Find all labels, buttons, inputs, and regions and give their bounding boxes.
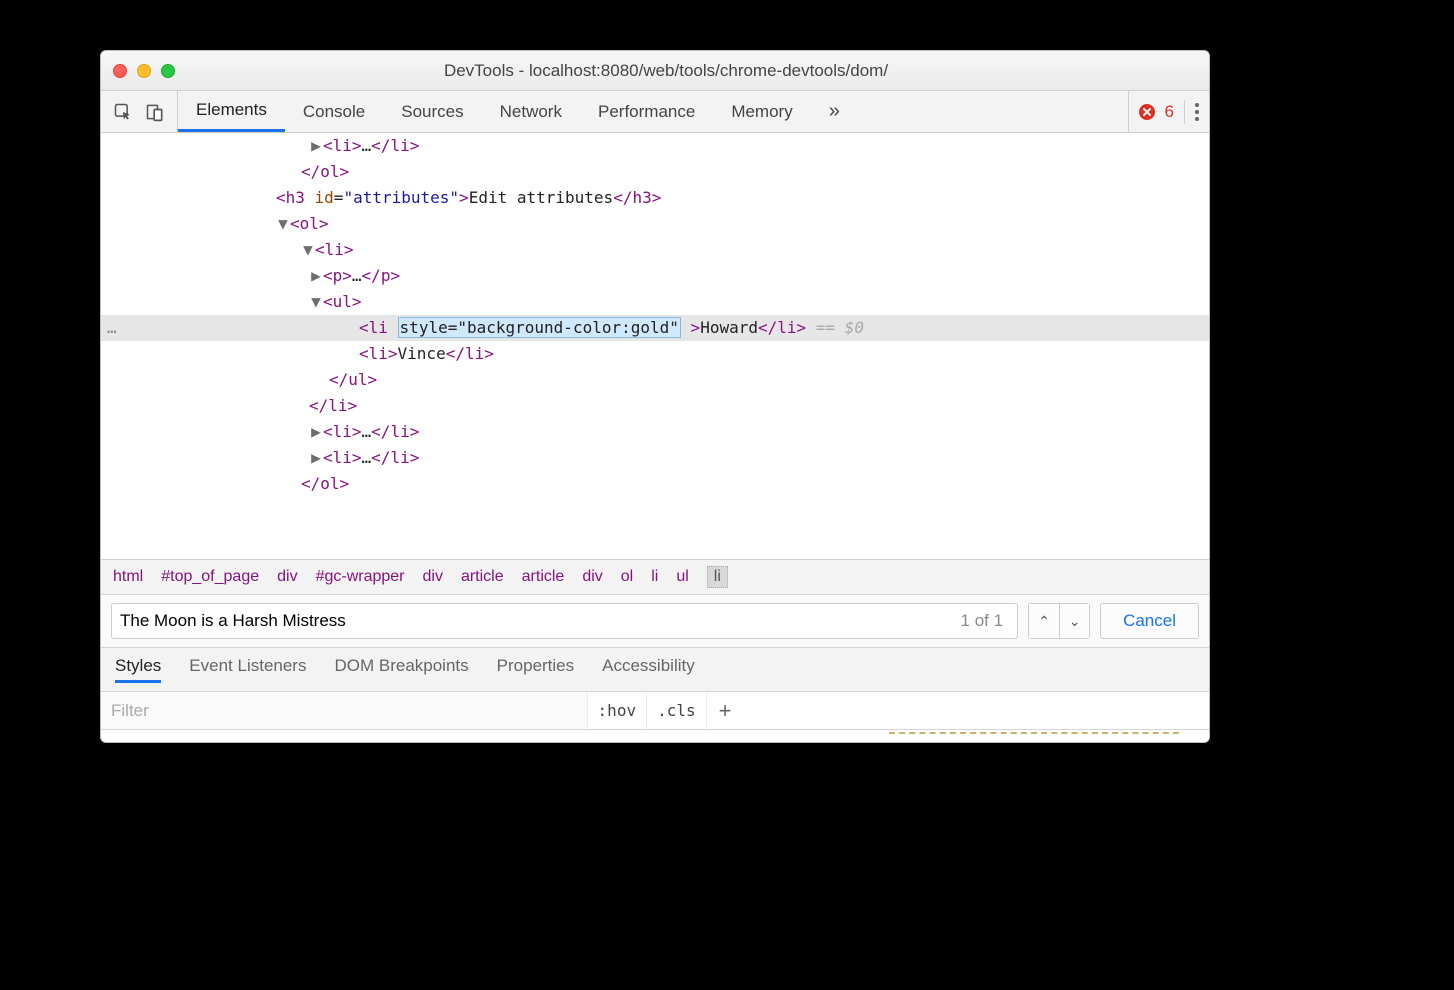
dom-line[interactable]: ▶<li>…</li> [101,445,1209,471]
dom-line[interactable]: ▼<li> [101,237,1209,263]
box-model-peek [889,732,1179,742]
dom-line[interactable]: </ol> [101,159,1209,185]
tab-network[interactable]: Network [482,91,580,132]
styles-content-peek [101,730,1209,742]
tab-sources[interactable]: Sources [383,91,481,132]
search-next-button[interactable]: ⌄ [1059,604,1089,638]
search-input[interactable] [120,611,961,631]
error-count: 6 [1165,102,1174,122]
tab-styles[interactable]: Styles [115,656,161,683]
tab-elements[interactable]: Elements [178,91,285,132]
crumb[interactable]: article [522,568,565,586]
dom-tree[interactable]: ▶<li>…</li> </ol> <h3 id="attributes">Ed… [101,133,1209,559]
devtools-window: DevTools - localhost:8080/web/tools/chro… [100,50,1210,743]
crumb[interactable]: #gc-wrapper [316,568,405,586]
breadcrumb: html #top_of_page div #gc-wrapper div ar… [101,559,1209,595]
main-toolbar: Elements Console Sources Network Perform… [101,91,1209,133]
crumb[interactable]: ul [676,568,688,586]
tab-accessibility[interactable]: Accessibility [602,656,695,683]
dom-line[interactable]: </li> [101,393,1209,419]
dom-line[interactable]: ▶<li>…</li> [101,133,1209,159]
search-nav: ⌃ ⌄ [1028,603,1090,639]
window-title: DevTools - localhost:8080/web/tools/chro… [195,61,1197,81]
li-text-howard: Howard [700,318,758,337]
tab-event-listeners[interactable]: Event Listeners [189,656,306,683]
crumb[interactable]: div [423,568,443,586]
dom-line[interactable]: <li>Vince</li> [101,341,1209,367]
dom-selected-line[interactable]: …<li style="background-color:gold" >Howa… [101,315,1209,341]
tab-console[interactable]: Console [285,91,383,132]
dom-line[interactable]: ▶<li>…</li> [101,419,1209,445]
styles-filter-input[interactable]: Filter [101,692,588,729]
dom-line[interactable]: <h3 id="attributes">Edit attributes</h3> [101,185,1209,211]
attribute-edit-box[interactable]: style="background-color:gold" [398,317,681,338]
crumb[interactable]: #top_of_page [161,568,259,586]
close-icon[interactable] [113,64,127,78]
search-count: 1 of 1 [961,611,1010,631]
search-prev-button[interactable]: ⌃ [1029,604,1059,638]
ellipsis-icon[interactable]: … [107,315,117,341]
zoom-icon[interactable] [161,64,175,78]
toolbar-right: 6 [1128,91,1209,132]
dom-line[interactable]: ▶<p>…</p> [101,263,1209,289]
crumb[interactable]: html [113,568,143,586]
hov-toggle[interactable]: :hov [588,692,648,729]
cls-toggle[interactable]: .cls [647,692,707,729]
tab-properties[interactable]: Properties [497,656,574,683]
tab-performance[interactable]: Performance [580,91,713,132]
error-icon[interactable] [1139,104,1155,120]
tab-dom-breakpoints[interactable]: DOM Breakpoints [334,656,468,683]
add-style-button[interactable]: + [707,698,744,724]
attr-value: attributes [353,188,449,207]
kebab-menu-icon[interactable] [1195,103,1199,121]
minimize-icon[interactable] [137,64,151,78]
dom-line[interactable]: ▼<ol> [101,211,1209,237]
crumb[interactable]: div [277,568,297,586]
tabs-overflow-icon[interactable]: » [811,91,858,132]
styles-tabs: Styles Event Listeners DOM Breakpoints P… [101,648,1209,692]
crumb[interactable]: ol [621,568,633,586]
console-ref: == $0 [816,318,864,337]
titlebar: DevTools - localhost:8080/web/tools/chro… [101,51,1209,91]
dom-line[interactable]: </ul> [101,367,1209,393]
styles-toolbar: Filter :hov .cls + [101,692,1209,730]
search-bar: 1 of 1 ⌃ ⌄ Cancel [101,595,1209,648]
toolbar-leading-icons [101,91,178,132]
tab-memory[interactable]: Memory [713,91,810,132]
cancel-button[interactable]: Cancel [1100,603,1199,639]
traffic-lights [113,64,175,78]
panel-tabs: Elements Console Sources Network Perform… [178,91,858,132]
crumb[interactable]: div [582,568,602,586]
device-toggle-icon[interactable] [145,102,165,122]
crumb-selected[interactable]: li [707,566,728,588]
crumb[interactable]: article [461,568,504,586]
inspect-icon[interactable] [113,102,133,122]
dom-line[interactable]: ▼<ul> [101,289,1209,315]
h3-text: Edit attributes [469,188,614,207]
crumb[interactable]: li [651,568,658,586]
search-box: 1 of 1 [111,603,1018,639]
dom-line[interactable]: </ol> [101,471,1209,497]
